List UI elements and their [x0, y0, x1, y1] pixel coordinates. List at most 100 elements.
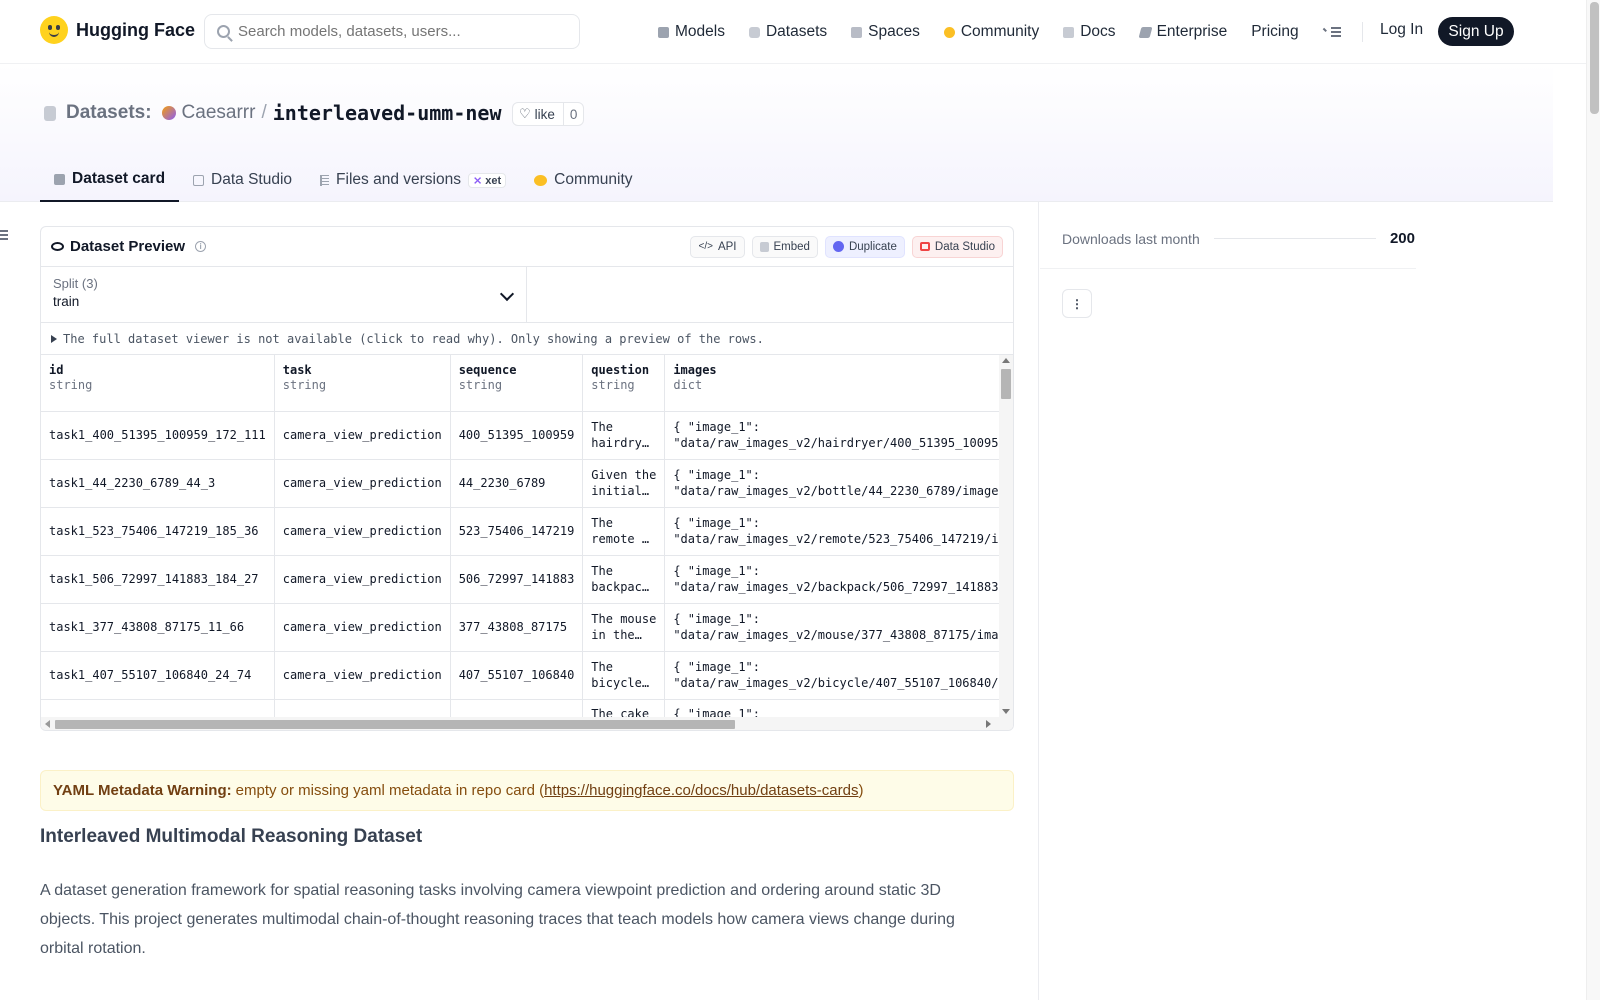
duplicate-button-label: Duplicate — [848, 240, 897, 253]
info-icon[interactable]: i — [195, 241, 207, 252]
column-type: string — [282, 378, 327, 392]
table-icon — [919, 242, 930, 251]
column-type: dict — [673, 378, 703, 392]
tab-data-studio[interactable]: Data Studio — [179, 158, 306, 202]
nav-pricing[interactable]: Pricing — [1239, 0, 1310, 64]
nav-community[interactable]: Community — [932, 0, 1051, 64]
preview-table: id string task string sequence string quest… — [41, 355, 1013, 730]
cell-question-text: The mouse in the image… — [591, 612, 657, 642]
cell-question: The mouse in the image… — [582, 603, 666, 652]
table-row[interactable]: task1_523_75406_147219_185_36 camera_view… — [41, 507, 1013, 556]
like-button[interactable]: ♡ like 0 — [512, 102, 585, 126]
column-name: question — [591, 363, 650, 377]
table-row[interactable]: task1_44_2230_6789_44_3 camera_view_predi… — [41, 459, 1013, 508]
cell-sequence: 407_55107_106840 — [450, 651, 584, 700]
tab-community[interactable]: Community — [520, 158, 646, 202]
cell-question-text: Given the initial view… — [591, 468, 657, 498]
signup-button[interactable]: Sign Up — [1438, 17, 1514, 46]
column-name: task — [282, 363, 312, 377]
split-value: train — [53, 294, 80, 309]
eye-icon — [51, 242, 64, 251]
split-select[interactable]: Split (3) train — [41, 267, 527, 322]
brand-logo[interactable]: Hugging Face — [40, 16, 195, 44]
scroll-down-arrow-icon[interactable] — [1002, 709, 1010, 714]
search-box[interactable] — [204, 14, 580, 49]
xet-badge-label: xet — [485, 174, 502, 187]
dataset-preview-card: Dataset Preview i </> API Embed Duplicate… — [40, 226, 1014, 731]
nav-spaces[interactable]: Spaces — [839, 0, 932, 64]
tab-dataset-card[interactable]: Dataset card — [40, 158, 180, 202]
nav-models[interactable]: Models — [646, 0, 737, 64]
cell-question: The hairdryer in the image… — [582, 411, 666, 460]
table-row[interactable]: task1_400_51395_100959_172_111 camera_vie… — [41, 411, 1013, 460]
viewer-notice-text: The full dataset viewer is not available… — [63, 331, 764, 346]
scroll-up-arrow-icon[interactable] — [1002, 358, 1010, 363]
vertical-scroll-thumb[interactable] — [1001, 369, 1011, 399]
horizontal-scroll-thumb[interactable] — [55, 720, 735, 729]
nav-enterprise[interactable]: Enterprise — [1128, 0, 1240, 64]
cell-task: camera_view_prediction — [274, 459, 451, 508]
split-row: Split (3) train — [41, 267, 1013, 323]
tab-files-versions[interactable]: Files and versions ⨯ xet — [306, 158, 520, 202]
cell-images: { "image_1": "data/raw_images_v2/mouse/3… — [664, 603, 1013, 652]
scroll-left-arrow-icon[interactable] — [45, 720, 50, 728]
warning-close-paren: ) — [858, 782, 864, 799]
preview-title: Dataset Preview i — [51, 238, 207, 255]
disclosure-triangle-icon — [51, 334, 57, 343]
table-header-row: id string task string sequence string quest… — [41, 355, 1013, 412]
cell-question-text: The remote in the image… — [591, 516, 657, 546]
table-vertical-scrollbar[interactable] — [999, 355, 1013, 717]
cell-question-text: The backpack in the image… — [591, 564, 650, 594]
column-name: images — [673, 363, 717, 377]
viewer-notice[interactable]: The full dataset viewer is not available… — [41, 323, 1013, 355]
search-input[interactable] — [238, 23, 558, 40]
cell-task: camera_view_prediction — [274, 555, 451, 604]
repo-type-label[interactable]: Datasets: — [66, 102, 152, 124]
warning-docs-link[interactable]: https://huggingface.co/docs/hub/datasets… — [544, 782, 858, 799]
page-scrollbar[interactable] — [1586, 0, 1600, 1000]
embed-icon — [759, 241, 769, 252]
split-label: Split (3) — [53, 276, 98, 291]
sidebar-divider — [1038, 202, 1039, 1000]
column-header[interactable]: question string — [582, 355, 666, 412]
toc-toggle-icon[interactable] — [0, 230, 8, 242]
embed-button[interactable]: Embed — [751, 235, 818, 258]
breadcrumb-separator: / — [261, 102, 267, 123]
duplicate-button[interactable]: Duplicate — [824, 235, 905, 258]
cube-icon — [658, 26, 669, 38]
column-header[interactable]: id string — [41, 355, 275, 412]
cell-sequence: 44_2230_6789 — [450, 459, 584, 508]
owner-avatar — [161, 106, 176, 120]
nav-docs[interactable]: Docs — [1051, 0, 1127, 64]
column-header[interactable]: task string — [274, 355, 451, 412]
scroll-right-arrow-icon[interactable] — [986, 720, 991, 728]
embed-button-label: Embed — [773, 240, 810, 253]
table-row[interactable]: task1_506_72997_141883_184_27 camera_view… — [41, 555, 1013, 604]
like-count: 0 — [569, 106, 578, 122]
xet-badge: ⨯ xet — [467, 172, 507, 188]
repo-owner-link[interactable]: Caesarrr — [182, 102, 256, 124]
login-link[interactable]: Log In — [1380, 21, 1423, 39]
warning-text: empty or missing yaml metadata in repo c… — [235, 782, 545, 799]
repo-name-link[interactable]: interleaved-umm-new — [273, 101, 502, 125]
nav-more[interactable] — [1311, 0, 1353, 64]
more-options-button[interactable]: ⋮ — [1062, 289, 1092, 318]
nav-datasets[interactable]: Datasets — [737, 0, 839, 64]
nav-datasets-label: Datasets — [765, 23, 828, 40]
table-horizontal-scrollbar[interactable] — [41, 717, 1013, 730]
api-button[interactable]: </> API — [690, 235, 745, 258]
data-studio-button-label: Data Studio — [934, 240, 995, 253]
data-studio-button[interactable]: Data Studio — [911, 235, 1003, 258]
column-header[interactable]: images dict — [664, 355, 1013, 412]
menu-more-icon — [1322, 26, 1341, 38]
page-scroll-thumb[interactable] — [1590, 2, 1599, 114]
column-header[interactable]: sequence string — [450, 355, 584, 412]
hugging-face-logo-icon — [40, 16, 68, 44]
table-row[interactable]: task1_377_43808_87175_11_66 camera_view_p… — [41, 603, 1013, 652]
table-icon — [193, 174, 205, 186]
hug-icon — [534, 174, 548, 186]
api-button-label: API — [717, 240, 737, 253]
code-icon: </> — [698, 241, 713, 252]
cell-id: task1_44_2230_6789_44_3 — [41, 459, 275, 508]
table-row[interactable]: task1_407_55107_106840_24_74 camera_view_… — [41, 651, 1013, 700]
